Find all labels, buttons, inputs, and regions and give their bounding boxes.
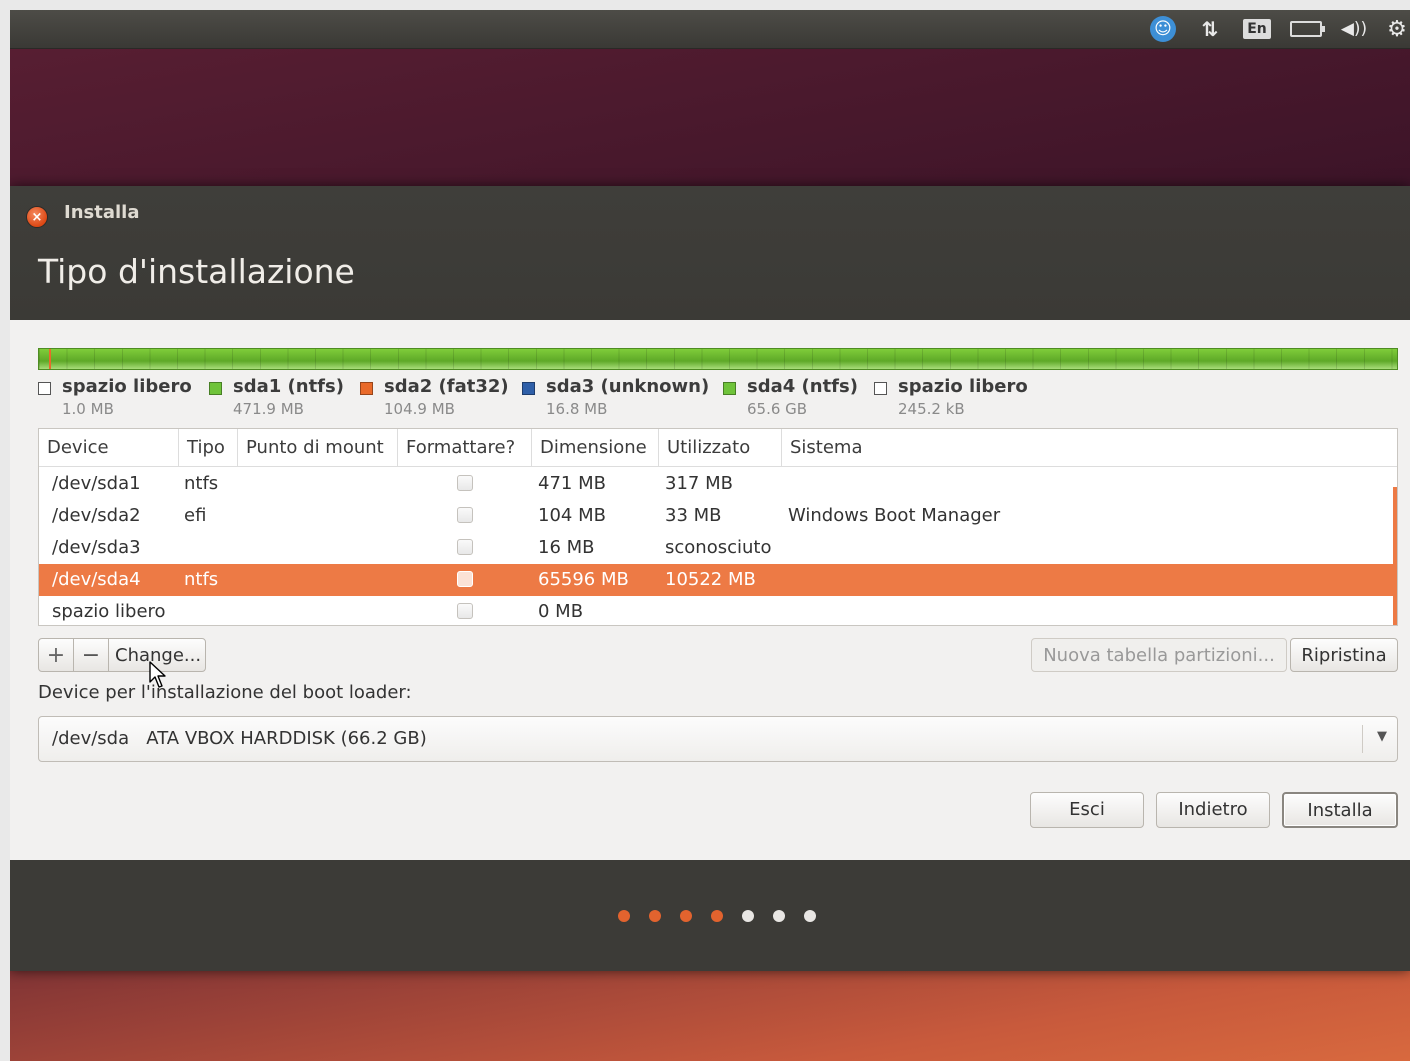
- column-header-format[interactable]: Formattare?: [398, 429, 532, 467]
- format-checkbox[interactable]: [457, 539, 473, 555]
- revert-button[interactable]: Ripristina: [1290, 638, 1398, 672]
- format-checkbox[interactable]: [457, 571, 473, 587]
- desktop-background: ☺ ⇅ En ◀)) ⚙ × Installa Tipo d'installaz…: [10, 10, 1410, 1061]
- remove-partition-button[interactable]: −: [73, 638, 109, 672]
- legend-size: 471.9 MB: [233, 400, 304, 418]
- cell-used: sconosciuto: [665, 537, 772, 558]
- installer-window: × Installa Tipo d'installazione spazio l…: [10, 186, 1410, 971]
- cell-device: /dev/sda1: [52, 473, 141, 494]
- volume-icon[interactable]: ◀)): [1336, 16, 1372, 42]
- cell-size: 104 MB: [538, 505, 606, 526]
- column-header-size[interactable]: Dimensione: [532, 429, 659, 467]
- partition-bar-sda2: [49, 349, 51, 369]
- legend-swatch: [38, 382, 51, 395]
- legend-size: 1.0 MB: [62, 400, 114, 418]
- progress-dot: [804, 910, 816, 922]
- progress-dot: [618, 910, 630, 922]
- table-row[interactable]: /dev/sda3 16 MB sconosciuto: [39, 532, 1393, 564]
- progress-dot: [773, 910, 785, 922]
- cell-type: efi: [184, 505, 207, 526]
- column-header-device[interactable]: Device: [39, 429, 179, 467]
- gear-icon[interactable]: ⚙: [1384, 16, 1410, 42]
- cell-used: 33 MB: [665, 505, 722, 526]
- legend-label: sda3 (unknown): [546, 376, 710, 397]
- partition-table: Device Tipo Punto di mount Formattare? D…: [38, 428, 1398, 626]
- cell-device: /dev/sda3: [52, 537, 141, 558]
- bootloader-device-select[interactable]: /dev/sda ATA VBOX HARDDISK (66.2 GB) ▼: [38, 716, 1398, 762]
- battery-icon[interactable]: [1288, 16, 1325, 42]
- cell-size: 0 MB: [538, 601, 584, 622]
- cell-type: ntfs: [184, 473, 219, 494]
- legend-label: sda4 (ntfs): [747, 376, 858, 397]
- legend-label: sda1 (ntfs): [233, 376, 344, 397]
- progress-dot: [680, 910, 692, 922]
- select-divider: [1362, 725, 1363, 753]
- cell-system: Windows Boot Manager: [788, 505, 1001, 526]
- table-row[interactable]: /dev/sda1 ntfs 471 MB 317 MB: [39, 468, 1393, 500]
- keyboard-indicator-label: En: [1243, 19, 1271, 39]
- progress-dot: [742, 910, 754, 922]
- cell-used: 317 MB: [665, 473, 733, 494]
- table-scrollbar[interactable]: [1393, 487, 1397, 625]
- column-header-system[interactable]: Sistema: [782, 429, 1397, 467]
- window-titlebar: × Installa Tipo d'installazione: [10, 186, 1410, 320]
- keyboard-indicator[interactable]: En: [1242, 16, 1272, 42]
- table-row-selected[interactable]: /dev/sda4 ntfs 65596 MB 10522 MB: [39, 564, 1393, 596]
- add-partition-button[interactable]: +: [38, 638, 74, 672]
- cell-used: 10522 MB: [665, 569, 756, 590]
- close-button[interactable]: ×: [26, 206, 48, 228]
- format-checkbox[interactable]: [457, 603, 473, 619]
- column-header-used[interactable]: Utilizzato: [659, 429, 782, 467]
- legend-swatch: [209, 382, 222, 395]
- cell-device: /dev/sda2: [52, 505, 141, 526]
- window-title: Installa: [64, 202, 140, 223]
- cell-size: 471 MB: [538, 473, 606, 494]
- legend-size: 16.8 MB: [546, 400, 608, 418]
- progress-dot: [649, 910, 661, 922]
- installer-footer: [10, 860, 1410, 971]
- legend-size: 245.2 kB: [898, 400, 965, 418]
- back-button[interactable]: Indietro: [1156, 792, 1270, 828]
- page-title: Tipo d'installazione: [38, 252, 355, 291]
- quit-button[interactable]: Esci: [1030, 792, 1144, 828]
- column-header-mount[interactable]: Punto di mount: [238, 429, 398, 467]
- legend-size: 65.6 GB: [747, 400, 808, 418]
- legend-size: 104.9 MB: [384, 400, 455, 418]
- chevron-down-icon[interactable]: ▼: [1377, 729, 1387, 744]
- cell-size: 16 MB: [538, 537, 595, 558]
- column-header-type[interactable]: Tipo: [179, 429, 238, 467]
- cell-size: 65596 MB: [538, 569, 629, 590]
- progress-dot: [711, 910, 723, 922]
- install-button[interactable]: Installa: [1282, 792, 1398, 828]
- cell-device: /dev/sda4: [52, 569, 141, 590]
- cell-type: ntfs: [184, 569, 219, 590]
- legend-label: spazio libero: [62, 376, 192, 397]
- legend-label: sda2 (fat32): [384, 376, 509, 397]
- accessibility-icon[interactable]: ☺: [1149, 16, 1177, 42]
- partition-toolbar: + − Change...: [38, 638, 206, 674]
- table-row[interactable]: spazio libero 0 MB: [39, 596, 1393, 625]
- close-icon: ×: [31, 209, 43, 225]
- bootloader-selected-value: /dev/sda ATA VBOX HARDDISK (66.2 GB): [52, 728, 427, 749]
- legend-swatch: [874, 382, 887, 395]
- table-row[interactable]: /dev/sda2 efi 104 MB 33 MB Windows Boot …: [39, 500, 1393, 532]
- cell-device: spazio libero: [52, 601, 166, 622]
- network-icon[interactable]: ⇅: [1196, 16, 1224, 42]
- bootloader-label: Device per l'installazione del boot load…: [38, 682, 412, 703]
- format-checkbox[interactable]: [457, 507, 473, 523]
- legend-label: spazio libero: [898, 376, 1028, 397]
- legend-swatch: [360, 382, 373, 395]
- partition-bar: [38, 348, 1398, 370]
- top-panel: ☺ ⇅ En ◀)) ⚙: [10, 10, 1410, 49]
- installer-content: spazio libero 1.0 MB sda1 (ntfs) 471.9 M…: [10, 320, 1410, 860]
- legend-swatch: [723, 382, 736, 395]
- format-checkbox[interactable]: [457, 475, 473, 491]
- mouse-cursor-icon: [149, 661, 166, 688]
- legend-swatch: [522, 382, 535, 395]
- new-partition-table-button[interactable]: Nuova tabella partizioni...: [1031, 638, 1287, 672]
